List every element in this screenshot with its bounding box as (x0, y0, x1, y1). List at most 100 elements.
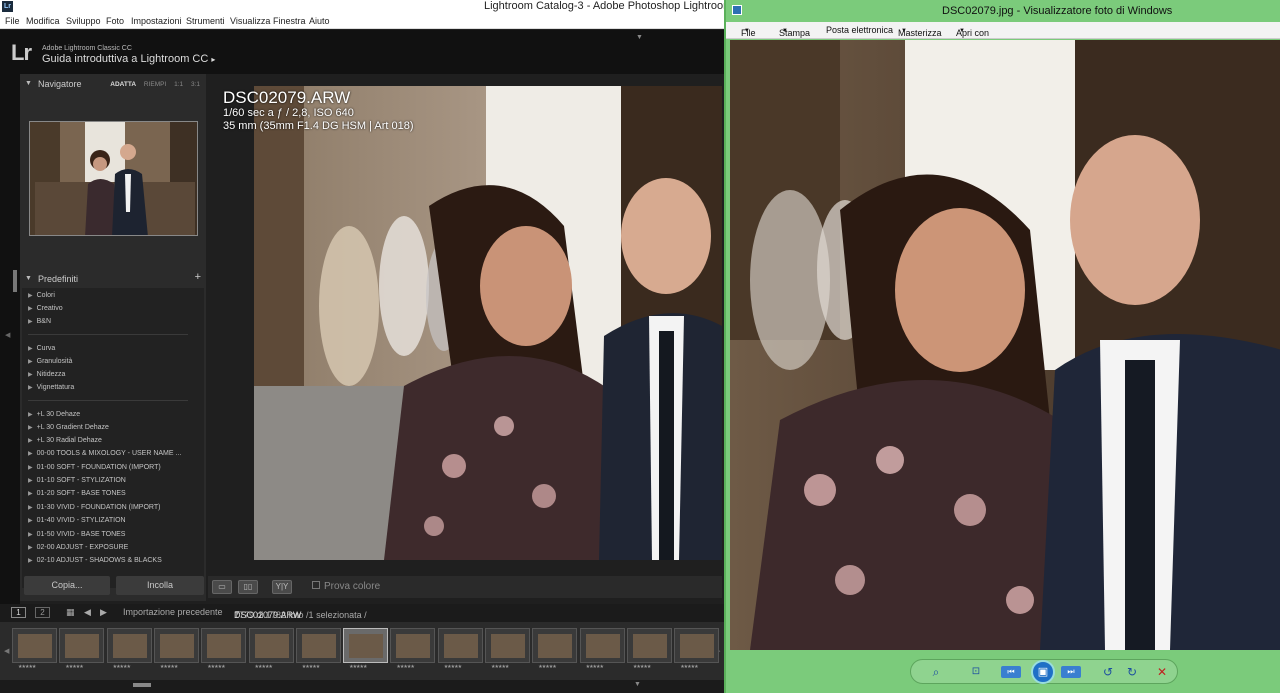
menu-impostazioni[interactable]: Impostazioni (131, 16, 182, 26)
rating-stars[interactable]: ★★★★★ (113, 664, 131, 670)
left-panel-toggle-icon[interactable]: ◀ (5, 331, 10, 339)
back-arrow-icon[interactable]: ◀ (84, 607, 91, 618)
filmstrip-thumbnail[interactable] (106, 628, 152, 663)
preset-folder[interactable]: ▶ 01-10 SOFT - STYLIZATION (28, 477, 126, 484)
filmstrip-thumbnail[interactable] (153, 628, 199, 663)
rating-stars[interactable]: ★★★★★ (680, 664, 698, 670)
filmstrip-thumbnail[interactable] (626, 628, 672, 663)
menu-aiuto[interactable]: Aiuto (309, 16, 330, 26)
rating-stars[interactable]: ★★★★★ (444, 664, 462, 670)
filmstrip-scroll-thumb[interactable] (133, 683, 151, 687)
collapse-triangle-icon[interactable]: ▼ (25, 275, 32, 282)
menu-strumenti[interactable]: Strumenti (186, 16, 225, 26)
screen-2-button[interactable]: 2 (35, 607, 50, 618)
filmstrip-thumbnail[interactable] (295, 628, 341, 663)
menu-foto[interactable]: Foto (106, 16, 124, 26)
rating-stars[interactable]: ★★★★★ (491, 664, 509, 670)
preset-folder[interactable]: ▶ Nitidezza (28, 371, 65, 378)
preset-folder[interactable]: ▶ Granulosità (28, 358, 72, 365)
menu-finestra[interactable]: Finestra (273, 16, 306, 26)
rotate-right-icon[interactable]: ↻ (1125, 665, 1139, 679)
paste-button[interactable]: Incolla (116, 576, 204, 595)
zoom-icon[interactable]: ⌕ (929, 665, 943, 679)
zoom-3-1[interactable]: 3:1 (191, 81, 200, 88)
rating-stars[interactable]: ★★★★★ (633, 664, 651, 670)
navigator-header[interactable]: ▼ Navigatore ADATTA RIEMPI 1:1 3:1 (20, 76, 206, 92)
rating-stars[interactable]: ★★★★★ (302, 664, 320, 670)
zoom-fill[interactable]: RIEMPI (144, 81, 166, 88)
yy-compare-icon[interactable]: Y|Y (272, 580, 292, 594)
screen-1-button[interactable]: 1 (11, 607, 26, 618)
filmstrip-scrollbar[interactable]: ▼ (0, 680, 724, 693)
next-icon[interactable]: ⏭ (1061, 666, 1081, 678)
filmstrip-thumbnail[interactable] (59, 628, 105, 663)
menu-sviluppo[interactable]: Sviluppo (66, 16, 101, 26)
main-image-area[interactable]: DSC02079.ARW 1/60 sec a ƒ / 2,8, ISO 640… (208, 74, 722, 572)
rating-stars[interactable]: ★★★★★ (538, 664, 556, 670)
rating-stars[interactable]: ★★★★★ (586, 664, 604, 670)
left-panel-scrollbar[interactable] (13, 270, 17, 292)
filmstrip-thumbnail[interactable] (579, 628, 625, 663)
filmstrip-thumbnail[interactable] (674, 628, 720, 663)
preset-folder[interactable]: ▶ +L 30 Radial Dehaze (28, 437, 102, 444)
rotate-left-icon[interactable]: ↺ (1101, 665, 1115, 679)
preset-folder[interactable]: ▶ 02-10 ADJUST - SHADOWS & BLACKS (28, 557, 162, 564)
soft-proof-checkbox[interactable]: Prova colore (312, 581, 380, 592)
filmstrip-left-arrow-icon[interactable]: ◀ (4, 647, 9, 655)
preset-folder[interactable]: ▶ Creativo (28, 305, 63, 312)
filmstrip-source[interactable]: Importazione precedente (123, 607, 223, 617)
filmstrip-thumbnail[interactable] (248, 628, 294, 663)
preset-folder[interactable]: ▶ 02-00 ADJUST - EXPOSURE (28, 544, 128, 551)
filmstrip-thumbnail[interactable] (343, 628, 389, 663)
viewer-photo[interactable] (730, 40, 1280, 650)
preset-folder[interactable]: ▶ 01-50 VIVID - BASE TONES (28, 531, 125, 538)
copy-button[interactable]: Copia... (24, 576, 110, 595)
rating-stars[interactable]: ★★★★★ (65, 664, 83, 670)
navigator-preview[interactable] (29, 121, 198, 236)
slideshow-icon[interactable]: ▣ (1031, 660, 1055, 684)
bottom-panel-toggle-icon[interactable]: ▼ (634, 681, 641, 688)
identity-line2[interactable]: Guida introduttiva a Lightroom CC ▸ (42, 53, 215, 65)
loupe-view-icon[interactable]: ▭ (212, 580, 232, 594)
rating-stars[interactable]: ★★★★★ (349, 664, 367, 670)
filmstrip-thumbnail[interactable] (201, 628, 247, 663)
collapse-triangle-icon[interactable]: ▼ (25, 80, 32, 87)
preset-folder[interactable]: ▶ Colori (28, 292, 55, 299)
actual-size-icon[interactable]: ⊡ (969, 665, 983, 679)
preset-folder[interactable]: ▶ B&N (28, 318, 51, 325)
filmstrip-thumbnail[interactable] (532, 628, 578, 663)
preset-folder[interactable]: ▶ 01-40 VIVID - STYLIZATION (28, 517, 126, 524)
filmstrip-thumbnail[interactable] (485, 628, 530, 663)
presets-header[interactable]: ▼ Predefiniti + (20, 271, 206, 287)
main-photo[interactable] (254, 86, 722, 560)
rating-stars[interactable]: ★★★★★ (18, 664, 36, 670)
viewer-menu-posta[interactable]: Posta elettronica (826, 25, 893, 35)
preset-folder[interactable]: ▶ Vignettatura (28, 384, 74, 391)
preset-folder[interactable]: ▶ 01-00 SOFT - FOUNDATION (IMPORT) (28, 464, 161, 471)
delete-icon[interactable]: ✕ (1155, 665, 1169, 679)
zoom-1-1[interactable]: 1:1 (174, 81, 183, 88)
preset-folder[interactable]: ▶ Curva (28, 345, 55, 352)
preset-folder[interactable]: ▶ +L 30 Gradient Dehaze (28, 424, 109, 431)
rating-stars[interactable]: ★★★★★ (255, 664, 273, 670)
filmstrip-thumbnail[interactable] (437, 628, 483, 663)
menu-modifica[interactable]: Modifica (26, 16, 60, 26)
previous-icon[interactable]: ⏮ (1001, 666, 1021, 678)
menu-file[interactable]: File (5, 16, 20, 26)
rating-stars[interactable]: ★★★★★ (207, 664, 225, 670)
filmstrip-thumbnail[interactable] (12, 628, 57, 663)
rating-stars[interactable]: ★★★★★ (396, 664, 414, 670)
zoom-fit[interactable]: ADATTA (110, 81, 136, 88)
preset-folder[interactable]: ▶ +L 30 Dehaze (28, 411, 80, 418)
forward-arrow-icon[interactable]: ▶ (100, 607, 107, 618)
preset-folder[interactable]: ▶ 01-30 VIVID - FOUNDATION (IMPORT) (28, 504, 160, 511)
add-preset-icon[interactable]: + (195, 271, 201, 283)
rating-stars[interactable]: ★★★★★ (160, 664, 178, 670)
preset-folder[interactable]: ▶ 01-20 SOFT - BASE TONES (28, 490, 126, 497)
menu-visualizza[interactable]: Visualizza (230, 16, 270, 26)
grid-view-icon[interactable]: ▦ (66, 607, 75, 618)
preset-folder[interactable]: ▶ 00-00 TOOLS & MIXOLOGY - USER NAME ... (28, 450, 181, 457)
filmstrip-thumbnail[interactable] (390, 628, 436, 663)
top-panel-toggle-icon[interactable]: ▼ (636, 34, 643, 41)
before-after-icon[interactable]: ▯▯ (238, 580, 258, 594)
